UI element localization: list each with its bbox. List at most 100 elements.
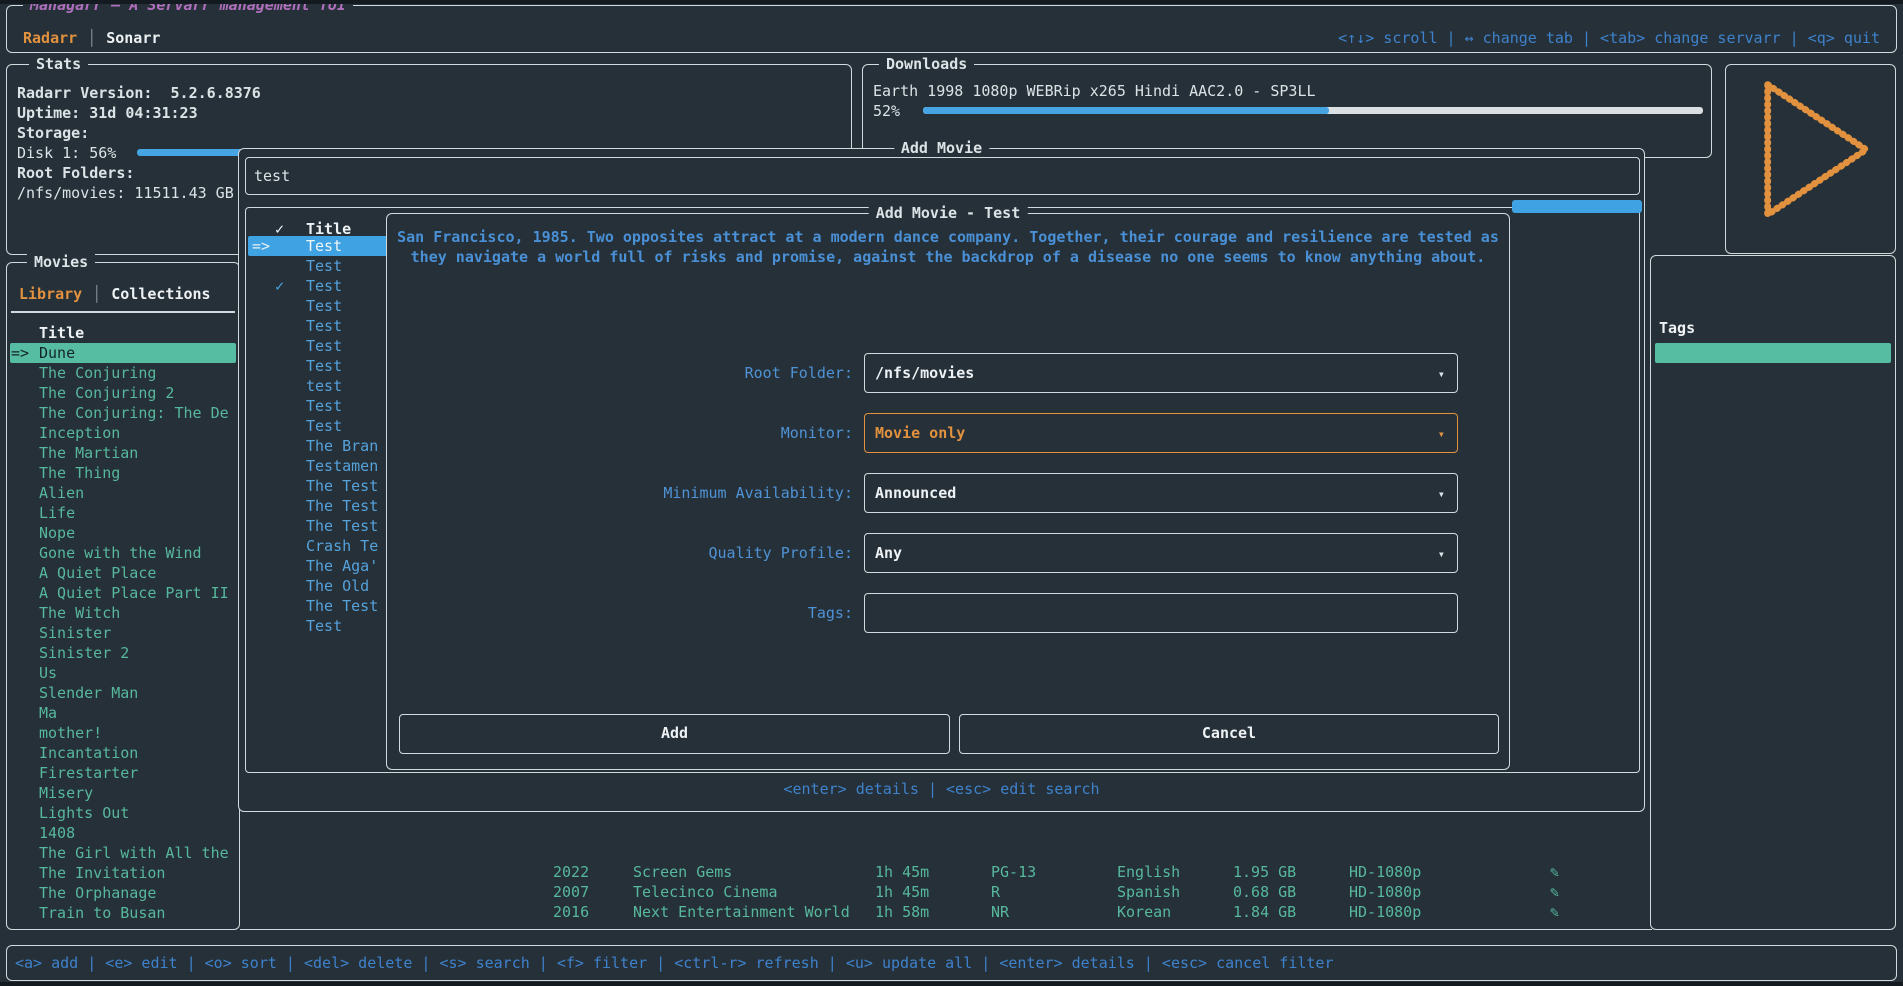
- tab-library[interactable]: Library: [19, 285, 82, 303]
- movie-list-item[interactable]: Sinister 2: [10, 643, 236, 663]
- radarr-version: Radarr Version: 5.2.6.8376: [17, 83, 841, 103]
- result-title: Test: [306, 356, 342, 376]
- search-result-row[interactable]: Test: [248, 296, 388, 316]
- field-value: Any: [875, 543, 902, 563]
- result-title: The Bran: [306, 436, 378, 456]
- search-result-row[interactable]: ✓ Test: [248, 276, 388, 296]
- download-progress-gauge: [923, 107, 1703, 114]
- search-result-row[interactable]: The Test: [248, 516, 388, 536]
- result-title: The Old: [306, 576, 369, 596]
- table-row[interactable]: 2016 Next Entertainment World 1h 58m NR …: [0, 902, 1903, 922]
- movie-list-item[interactable]: Life: [10, 503, 236, 523]
- movie-list-item[interactable]: Alien: [10, 483, 236, 503]
- field-value: Movie only: [875, 423, 965, 443]
- cell-quality: HD-1080p: [1349, 882, 1421, 902]
- search-result-row[interactable]: test: [248, 376, 388, 396]
- search-result-row[interactable]: Test: [248, 356, 388, 376]
- movie-list-item[interactable]: The Girl with All the: [10, 843, 236, 863]
- search-result-row[interactable]: The Bran: [248, 436, 388, 456]
- movie-title: Nope: [39, 523, 75, 543]
- edit-pencil-icon[interactable]: ✎: [1550, 902, 1559, 922]
- table-row[interactable]: 2022 Screen Gems 1h 45m PG-13 English 1.…: [0, 862, 1903, 882]
- cell-language: Korean: [1117, 902, 1171, 922]
- search-result-row[interactable]: The Test: [248, 496, 388, 516]
- movie-list-item[interactable]: Nope: [10, 523, 236, 543]
- tab-radarr[interactable]: Radarr: [23, 29, 77, 47]
- movie-title: The Witch: [39, 603, 120, 623]
- tab-collections[interactable]: Collections: [111, 285, 210, 303]
- movie-list-item[interactable]: The Conjuring 2: [10, 383, 236, 403]
- tab-sonarr[interactable]: Sonarr: [106, 29, 160, 47]
- movie-list-item[interactable]: Incantation: [10, 743, 236, 763]
- movie-list-item[interactable]: The Witch: [10, 603, 236, 623]
- movie-list-item[interactable]: Misery: [10, 783, 236, 803]
- radarr-logo-panel: [1725, 64, 1896, 254]
- search-input[interactable]: test: [245, 157, 1640, 195]
- cell-runtime: 1h 58m: [875, 902, 929, 922]
- movie-list-item[interactable]: 1408: [10, 823, 236, 843]
- search-result-row[interactable]: Test: [248, 256, 388, 276]
- dialog-field-row: Root Folder: /nfs/movies ▾: [387, 353, 1509, 393]
- cell-studio: Telecinco Cinema: [633, 882, 778, 902]
- search-result-row[interactable]: The Old: [248, 576, 388, 596]
- field-label: Root Folder:: [387, 363, 853, 383]
- movie-title: Incantation: [39, 743, 138, 763]
- cancel-button[interactable]: Cancel: [959, 714, 1499, 754]
- search-result-row[interactable]: Testamen: [248, 456, 388, 476]
- movie-list-item[interactable]: The Thing: [10, 463, 236, 483]
- search-result-row[interactable]: The Test: [248, 596, 388, 616]
- movie-list-item[interactable]: Firestarter: [10, 763, 236, 783]
- downloads-title: Downloads: [879, 54, 974, 74]
- titlebar: Managarr – A Servarr management TUI Rada…: [6, 5, 1897, 53]
- movie-list-item[interactable]: Us: [10, 663, 236, 683]
- field-select[interactable]: Any ▾: [864, 533, 1458, 573]
- movie-title: Gone with the Wind: [39, 543, 202, 563]
- movie-title: Inception: [39, 423, 120, 443]
- field-select[interactable]: /nfs/movies ▾: [864, 353, 1458, 393]
- movies-column-header: Title: [39, 323, 84, 343]
- search-result-row[interactable]: Test: [248, 416, 388, 436]
- cell-studio: Next Entertainment World: [633, 902, 850, 922]
- edit-pencil-icon[interactable]: ✎: [1550, 882, 1559, 902]
- search-result-row[interactable]: Test: [248, 616, 388, 636]
- movies-tabs: Library│Collections: [19, 284, 211, 304]
- field-select[interactable]: Announced ▾: [864, 473, 1458, 513]
- chevron-down-icon: ▾: [1438, 544, 1445, 564]
- movie-list-item[interactable]: A Quiet Place: [10, 563, 236, 583]
- movie-list-item[interactable]: Inception: [10, 423, 236, 443]
- movie-list-item[interactable]: A Quiet Place Part II: [10, 583, 236, 603]
- add-movie-dialog: Add Movie - Test San Francisco, 1985. Tw…: [386, 213, 1510, 770]
- search-result-row[interactable]: The Aga': [248, 556, 388, 576]
- movie-list-item[interactable]: The Martian: [10, 443, 236, 463]
- movie-list-item[interactable]: Ma: [10, 703, 236, 723]
- field-select[interactable]: Movie only ▾: [864, 413, 1458, 453]
- field-select[interactable]: [864, 593, 1458, 633]
- movie-title: Dune: [39, 343, 75, 363]
- search-result-row[interactable]: Crash Te: [248, 536, 388, 556]
- movie-list-item[interactable]: Slender Man: [10, 683, 236, 703]
- search-result-row[interactable]: Test: [248, 336, 388, 356]
- movie-list: => Dune The Conjuring The Conjuring 2 Th…: [7, 343, 239, 923]
- search-result-row[interactable]: => Test: [248, 236, 388, 256]
- movie-list-item[interactable]: => Dune: [10, 343, 236, 363]
- table-row[interactable]: 2007 Telecinco Cinema 1h 45m R Spanish 0…: [0, 882, 1903, 902]
- movie-list-item[interactable]: mother!: [10, 723, 236, 743]
- movie-list-item[interactable]: The Conjuring: [10, 363, 236, 383]
- search-result-row[interactable]: Test: [248, 316, 388, 336]
- result-title: Test: [306, 316, 342, 336]
- result-title: Crash Te: [306, 536, 378, 556]
- play-logo-icon: [1726, 65, 1894, 252]
- movie-list-item[interactable]: Lights Out: [10, 803, 236, 823]
- movie-title: Sinister 2: [39, 643, 129, 663]
- add-button[interactable]: Add: [399, 714, 950, 754]
- servarr-tabs: Radarr│Sonarr: [23, 28, 160, 48]
- field-label: Quality Profile:: [387, 543, 853, 563]
- movie-title: Slender Man: [39, 683, 138, 703]
- movie-list-item[interactable]: Gone with the Wind: [10, 543, 236, 563]
- movie-list-item[interactable]: Sinister: [10, 623, 236, 643]
- movie-list-item[interactable]: The Conjuring: The De: [10, 403, 236, 423]
- movie-title: 1408: [39, 823, 75, 843]
- search-result-row[interactable]: Test: [248, 396, 388, 416]
- edit-pencil-icon[interactable]: ✎: [1550, 862, 1559, 882]
- search-result-row[interactable]: The Test: [248, 476, 388, 496]
